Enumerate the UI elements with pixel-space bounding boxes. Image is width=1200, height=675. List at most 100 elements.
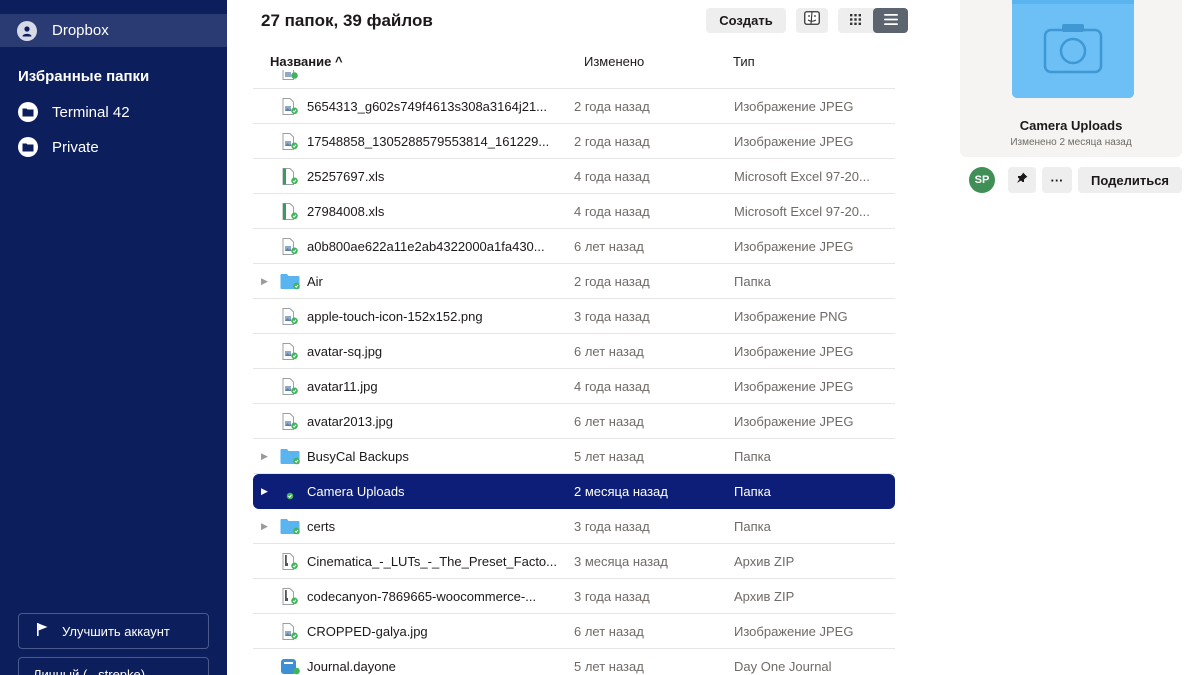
upgrade-account-button[interactable]: Улучшить аккаунт [18, 613, 209, 649]
folder-icon [18, 137, 38, 157]
table-row[interactable]: avatar2013.jpg 6 лет назад Изображение JPE… [253, 404, 895, 439]
row-name[interactable]: avatar11.jpg [307, 379, 567, 394]
row-name[interactable]: avatar2013.jpg [307, 414, 567, 429]
row-name[interactable]: Journal.dayone [307, 659, 567, 674]
row-name[interactable]: a0b800ae622a11e2ab4322000a1fa430... [307, 239, 567, 254]
row-modified: 3 года назад [574, 308, 650, 324]
preview-panel [960, 0, 1182, 157]
row-type: Изображение JPEG [734, 98, 854, 114]
row-modified: 6 лет назад [574, 413, 644, 429]
row-type: Изображение JPEG [734, 623, 854, 639]
table-row[interactable]: Cinematica_-_LUTs_-_The_Preset_Facto... 3… [253, 544, 895, 579]
sidebar-item-terminal-42[interactable]: Terminal 42 [0, 96, 227, 128]
row-modified: 5 лет назад [574, 448, 644, 464]
image-file-icon [280, 133, 299, 150]
row-name[interactable]: 17548858_1305288579553814_161229... [307, 134, 567, 149]
preview-subtitle: Изменено 2 месяца назад [1010, 137, 1132, 148]
excel-file-icon [280, 203, 299, 220]
row-name[interactable]: 27984008.xls [307, 204, 567, 219]
row-type: Microsoft Excel 97-20... [734, 203, 870, 219]
open-in-finder-button[interactable] [796, 8, 828, 33]
owner-avatar[interactable]: SP [969, 167, 995, 193]
table-row[interactable]: avatar-sq.jpg 6 лет назад Изображение JPEG [253, 334, 895, 369]
table-row[interactable]: ▶ Camera Uploads 2 месяца назад Папка [253, 474, 895, 509]
camera-folder-icon [1012, 0, 1134, 98]
table-row[interactable]: ▶ certs 3 года назад Папка [253, 509, 895, 544]
row-name[interactable]: 5654313_g602s749f4613s308a3164j21... [307, 99, 567, 114]
row-name[interactable]: CROPPED-galya.jpg [307, 624, 567, 639]
row-type: Изображение JPEG [734, 238, 854, 254]
row-modified: 2 месяца назад [574, 484, 668, 499]
zip-file-icon [280, 553, 299, 570]
row-name[interactable]: codecanyon-7869665-woocommerce-... [307, 589, 567, 604]
favorites-heading: Избранные папки [18, 68, 150, 85]
table-row[interactable]: ▶ BusyCal Backups 5 лет назад Папка [253, 439, 895, 474]
row-name[interactable]: Air [307, 274, 567, 289]
pin-icon [1016, 171, 1028, 189]
grid-view-button[interactable] [838, 8, 873, 33]
image-file-icon [280, 413, 299, 430]
sidebar-item-dropbox[interactable]: Dropbox [0, 14, 227, 47]
expand-arrow-icon[interactable]: ▶ [261, 486, 268, 497]
row-modified: 2 года назад [574, 133, 650, 149]
table-row[interactable]: 17548858_1305288579553814_161229... 2 год… [253, 124, 895, 159]
row-name[interactable]: certs [307, 519, 567, 534]
row-name[interactable]: apple-touch-icon-152x152.png [307, 309, 567, 324]
table-row[interactable]: apple-touch-icon-152x152.png 3 года назад… [253, 299, 895, 334]
expand-arrow-icon[interactable]: ▶ [261, 521, 268, 532]
row-type: Изображение JPEG [734, 378, 854, 394]
table-row[interactable]: ▶ Air 2 года назад Папка [253, 264, 895, 299]
create-button[interactable]: Создать [706, 8, 786, 33]
row-modified: 4 года назад [574, 378, 650, 394]
pin-button[interactable] [1008, 167, 1036, 193]
column-header-name[interactable]: Название ^ [270, 54, 343, 69]
table-row[interactable]: codecanyon-7869665-woocommerce-... 3 года… [253, 579, 895, 614]
row-name[interactable]: avatar-sq.jpg [307, 344, 567, 359]
list-view-button[interactable] [873, 8, 908, 33]
zip-file-icon [280, 588, 299, 605]
user-icon [17, 20, 37, 41]
row-name[interactable]: BusyCal Backups [307, 449, 567, 464]
row-type: Папка [734, 484, 771, 499]
table-row[interactable]: avatar11.jpg 4 года назад Изображение JPEG [253, 369, 895, 404]
expand-arrow-icon[interactable]: ▶ [261, 276, 268, 287]
image-file-icon [280, 378, 299, 395]
plan-label: Личный (...strepke) [33, 667, 146, 675]
row-modified: 3 месяца назад [574, 553, 668, 569]
row-type: Папка [734, 273, 771, 289]
table-row-partial[interactable] [253, 70, 895, 89]
plan-button[interactable]: Личный (...strepke) [18, 657, 209, 675]
row-type: Изображение JPEG [734, 343, 854, 359]
row-type: Изображение JPEG [734, 133, 854, 149]
image-file-icon [280, 70, 299, 80]
row-modified: 3 года назад [574, 588, 650, 604]
table-row[interactable]: 5654313_g602s749f4613s308a3164j21... 2 го… [253, 89, 895, 124]
list-icon [883, 12, 898, 30]
row-type: Day One Journal [734, 658, 832, 674]
share-button[interactable]: Поделиться [1078, 167, 1182, 193]
folder-icon [18, 102, 38, 122]
row-modified: 3 года назад [574, 518, 650, 534]
more-button[interactable]: ··· [1042, 167, 1072, 193]
row-name[interactable]: 25257697.xls [307, 169, 567, 184]
dayone-file-icon [280, 658, 300, 675]
image-file-icon [280, 98, 299, 115]
table-row[interactable]: CROPPED-galya.jpg 6 лет назад Изображение … [253, 614, 895, 649]
table-row[interactable]: 27984008.xls 4 года назад Microsoft Excel … [253, 194, 895, 229]
row-type: Папка [734, 448, 771, 464]
sidebar-item-private[interactable]: Private [0, 131, 227, 163]
table-row[interactable]: 25257697.xls 4 года назад Microsoft Excel … [253, 159, 895, 194]
table-row[interactable]: a0b800ae622a11e2ab4322000a1fa430... 6 лет… [253, 229, 895, 264]
table-row[interactable]: Journal.dayone 5 лет назад Day One Journal [253, 649, 895, 675]
finder-icon [804, 11, 820, 30]
row-type: Архив ZIP [734, 588, 795, 604]
row-modified: 4 года назад [574, 203, 650, 219]
column-header-type[interactable]: Тип [733, 54, 755, 69]
row-name[interactable]: Camera Uploads [307, 484, 567, 499]
file-list: 5654313_g602s749f4613s308a3164j21... 2 го… [253, 70, 895, 675]
image-file-icon [280, 623, 299, 640]
row-name[interactable]: Cinematica_-_LUTs_-_The_Preset_Facto... [307, 554, 567, 569]
expand-arrow-icon[interactable]: ▶ [261, 451, 268, 462]
ellipsis-icon: ··· [1050, 172, 1064, 188]
column-header-modified[interactable]: Изменено [584, 54, 644, 69]
